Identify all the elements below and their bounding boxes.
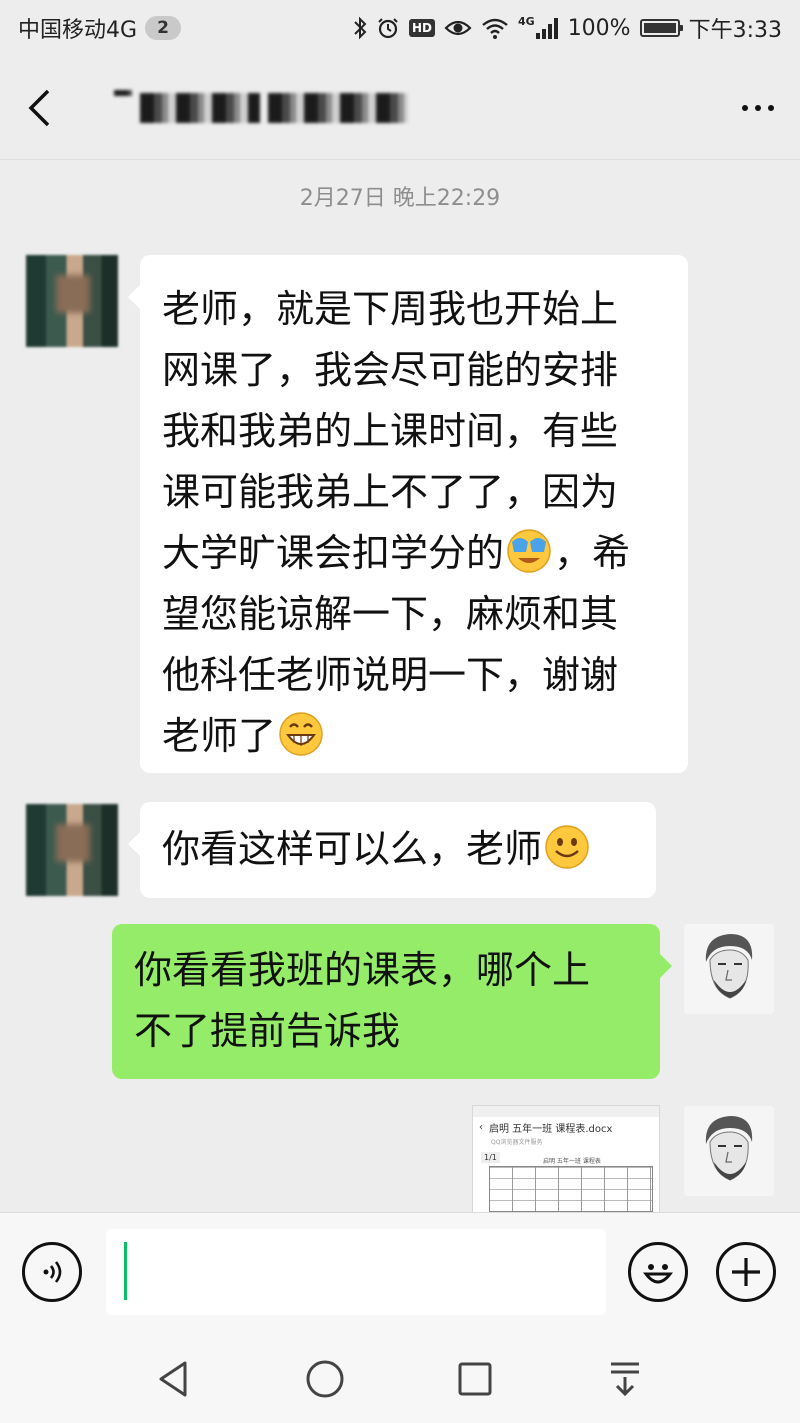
- message-bubble-incoming[interactable]: 老师，就是下周我也开始上 网课了，我会尽可能的安排 我和我弟的上课时间，有些 课…: [128, 255, 688, 773]
- message-line: 他科任老师说明一下，谢谢: [162, 653, 619, 697]
- voice-icon: [43, 1261, 62, 1283]
- file-preview-statusbar: [473, 1106, 659, 1117]
- file-table-grid: [489, 1166, 653, 1212]
- text-cursor: [124, 1242, 127, 1300]
- facepalm-emoji-icon: [507, 529, 551, 573]
- message-bubble-incoming[interactable]: 你看这样可以么，老师: [128, 802, 656, 898]
- notification-pull-icon: [611, 1362, 639, 1397]
- more-dot: [768, 104, 774, 111]
- alarm-icon: [376, 16, 400, 40]
- my-avatar[interactable]: [684, 1106, 774, 1196]
- redaction-mark: [114, 89, 132, 96]
- carrier-label: 中国移动4G: [18, 18, 138, 43]
- redaction-mark: [140, 92, 260, 123]
- system-nav-bar: [0, 1330, 800, 1423]
- message-line-with-emoji: 大学旷课会扣学分的 ，希: [162, 523, 666, 584]
- chat-header: [0, 56, 800, 160]
- more-dot: [755, 104, 761, 111]
- file-subtitle: QQ浏览器文件服务: [491, 1139, 543, 1146]
- file-preview-titlebar: ‹ 启明 五年一班 课程表.docx: [473, 1117, 659, 1137]
- recents-square-icon: [458, 1362, 492, 1396]
- contact-avatar[interactable]: [26, 804, 118, 896]
- my-avatar[interactable]: [684, 924, 774, 1014]
- grin-emoji-icon: [279, 712, 323, 756]
- message-text: ，希: [554, 531, 631, 575]
- message-line: 你看看我班的课表，哪个上: [134, 948, 591, 992]
- chat-timestamp: 2月27日 晚上22:29: [299, 186, 501, 211]
- message-text: 大学旷课会扣学分的: [162, 531, 505, 575]
- message-line: 课可能我弟上不了了，因为: [162, 470, 619, 514]
- contact-name-redacted: [114, 89, 408, 123]
- message-line: 网课了，我会尽可能的安排: [162, 348, 619, 392]
- add-button[interactable]: [716, 1242, 776, 1302]
- signal-icon: 4G: [518, 14, 559, 39]
- message-text: 老师了: [162, 714, 277, 758]
- nav-back-button[interactable]: [148, 1354, 198, 1404]
- contact-avatar[interactable]: [26, 255, 118, 347]
- nav-notification-button[interactable]: [600, 1354, 650, 1404]
- file-table-caption: 启明 五年一班 课程表: [543, 1158, 601, 1165]
- message-line-with-emoji: 老师了: [162, 706, 666, 767]
- file-title: 启明 五年一班 课程表.docx: [489, 1123, 613, 1135]
- file-preview-card[interactable]: ‹ 启明 五年一班 课程表.docx QQ浏览器文件服务 1/1 启明 五年一班…: [472, 1105, 660, 1213]
- chevron-left-icon: ‹: [479, 1121, 483, 1133]
- wifi-icon: [481, 17, 509, 39]
- plus-icon: [732, 1258, 760, 1286]
- emoji-button[interactable]: [628, 1242, 688, 1302]
- more-options-button[interactable]: [742, 104, 774, 111]
- emoji-icon: [642, 1264, 674, 1284]
- smile-emoji-icon: [545, 825, 589, 869]
- chevron-left-icon: [28, 89, 50, 126]
- battery-percent: 100%: [567, 15, 631, 41]
- sketch-portrait-icon: [684, 924, 774, 1014]
- network-tag: 4G: [518, 14, 535, 28]
- back-button[interactable]: [26, 83, 66, 133]
- back-triangle-icon: [159, 1361, 187, 1397]
- message-line: 老师，就是下周我也开始上: [162, 287, 619, 331]
- input-bar: [0, 1212, 800, 1330]
- redaction-mark: [268, 92, 408, 123]
- message-line: 望您能谅解一下，麻烦和其: [162, 592, 619, 636]
- battery-icon: [639, 19, 683, 37]
- eye-icon: [444, 17, 472, 39]
- more-dot: [742, 104, 748, 111]
- voice-button[interactable]: [22, 1242, 82, 1302]
- bluetooth-icon: [353, 16, 367, 40]
- status-time: 下午3:33: [688, 18, 782, 43]
- sim-badge: 2: [145, 16, 182, 40]
- message-line: 不了提前告诉我: [134, 1009, 401, 1053]
- message-text: 你看这样可以么，老师: [162, 827, 543, 871]
- hd-icon: HD: [408, 19, 435, 37]
- file-page-indicator: 1/1: [481, 1152, 500, 1163]
- nav-recents-button[interactable]: [450, 1354, 500, 1404]
- message-input[interactable]: [106, 1229, 606, 1315]
- sketch-portrait-icon: [684, 1106, 774, 1196]
- message-line: 我和我弟的上课时间，有些: [162, 409, 619, 453]
- nav-home-button[interactable]: [300, 1354, 350, 1404]
- home-circle-icon: [306, 1360, 344, 1398]
- message-bubble-outgoing[interactable]: 你看看我班的课表，哪个上 不了提前告诉我: [112, 924, 672, 1079]
- status-bar: 中国移动4G 2 HD 4G 100% 下午3:33: [0, 0, 800, 56]
